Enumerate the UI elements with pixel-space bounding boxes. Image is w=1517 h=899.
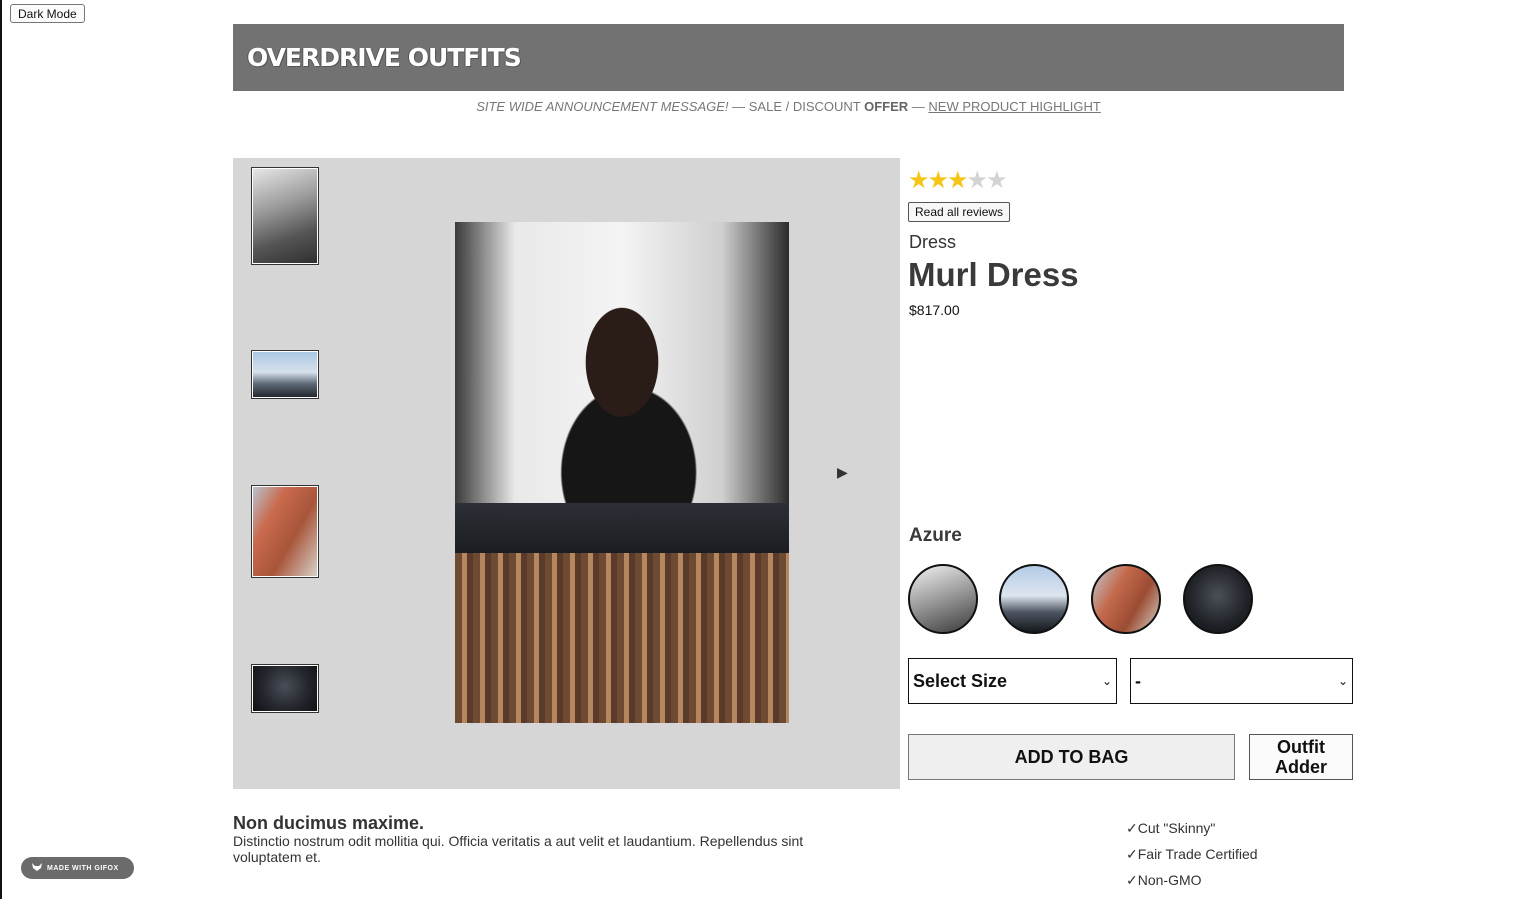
- product-price: $817.00: [909, 302, 960, 318]
- site-header: OVERDRIVE OUTFITS: [233, 24, 1344, 91]
- star-empty-icon: ★: [966, 167, 988, 194]
- quantity-select-value: -: [1135, 670, 1141, 691]
- outfit-adder-button[interactable]: Outfit Adder: [1249, 734, 1353, 780]
- product-category: Dress: [909, 232, 957, 252]
- size-select[interactable]: Select Size ⌄: [908, 658, 1117, 704]
- style-swatch[interactable]: [1091, 564, 1161, 634]
- gifox-watermark: MADE WITH GIFOX: [21, 857, 134, 879]
- feature-item: ✓Fair Trade Certified: [1126, 846, 1258, 862]
- size-select-value: Select Size: [913, 670, 1008, 691]
- watermark-text: MADE WITH GIFOX: [47, 864, 119, 872]
- next-image-arrow-icon[interactable]: ▶: [837, 464, 848, 481]
- rating-stars: ★★★★★: [908, 166, 1008, 195]
- image-gallery: ▶: [233, 158, 900, 789]
- quantity-select[interactable]: - ⌄: [1130, 658, 1353, 704]
- feature-item: ✓Non-GMO: [1126, 872, 1202, 888]
- star-filled-icon: ★: [927, 167, 949, 194]
- announcement-sale: — SALE / DISCOUNT: [732, 99, 861, 114]
- outfit-adder-label: Outfit: [1277, 737, 1325, 757]
- gallery-thumbnail[interactable]: [251, 167, 319, 265]
- add-to-bag-button[interactable]: ADD TO BAG: [908, 734, 1235, 780]
- new-product-link[interactable]: NEW PRODUCT HIGHLIGHT: [928, 99, 1100, 114]
- gallery-thumbnail[interactable]: [251, 350, 319, 399]
- announcement-offer: OFFER: [864, 99, 909, 114]
- description-body: Distinctio nostrum odit mollitia qui. Of…: [233, 833, 804, 865]
- feature-item: ✓Cut "Skinny": [1126, 820, 1216, 836]
- style-swatch[interactable]: [908, 564, 978, 634]
- gallery-thumbnail[interactable]: [251, 485, 319, 578]
- star-empty-icon: ★: [986, 167, 1007, 194]
- chevron-down-icon: ⌄: [1101, 674, 1112, 688]
- main-product-image[interactable]: [455, 222, 789, 723]
- style-swatch[interactable]: [999, 564, 1069, 634]
- star-filled-icon: ★: [908, 167, 929, 194]
- description-heading: Non ducimus maxime.: [233, 813, 425, 833]
- read-reviews-button[interactable]: Read all reviews: [908, 202, 1011, 222]
- style-swatch[interactable]: [1183, 564, 1253, 634]
- announcement-bar: SITE WIDE ANNOUNCEMENT MESSAGE! — SALE /…: [233, 99, 1344, 114]
- feature-list: ✓Cut "Skinny" ✓Fair Trade Certified ✓Non…: [1126, 820, 1258, 898]
- announcement-message: SITE WIDE ANNOUNCEMENT MESSAGE!: [476, 99, 729, 114]
- announcement-separator: —: [911, 99, 925, 114]
- fox-logo-icon: [31, 862, 43, 874]
- selected-style-name: Azure: [909, 525, 962, 546]
- outfit-adder-label: Adder: [1274, 757, 1327, 777]
- dark-mode-toggle[interactable]: Dark Mode: [10, 4, 85, 23]
- star-filled-icon: ★: [947, 167, 968, 194]
- chevron-down-icon: ⌄: [1337, 674, 1348, 688]
- product-title: Murl Dress: [908, 256, 1079, 293]
- gallery-thumbnail[interactable]: [251, 664, 319, 713]
- brand-logo[interactable]: OVERDRIVE OUTFITS: [247, 43, 522, 72]
- photo-detail: [455, 553, 789, 723]
